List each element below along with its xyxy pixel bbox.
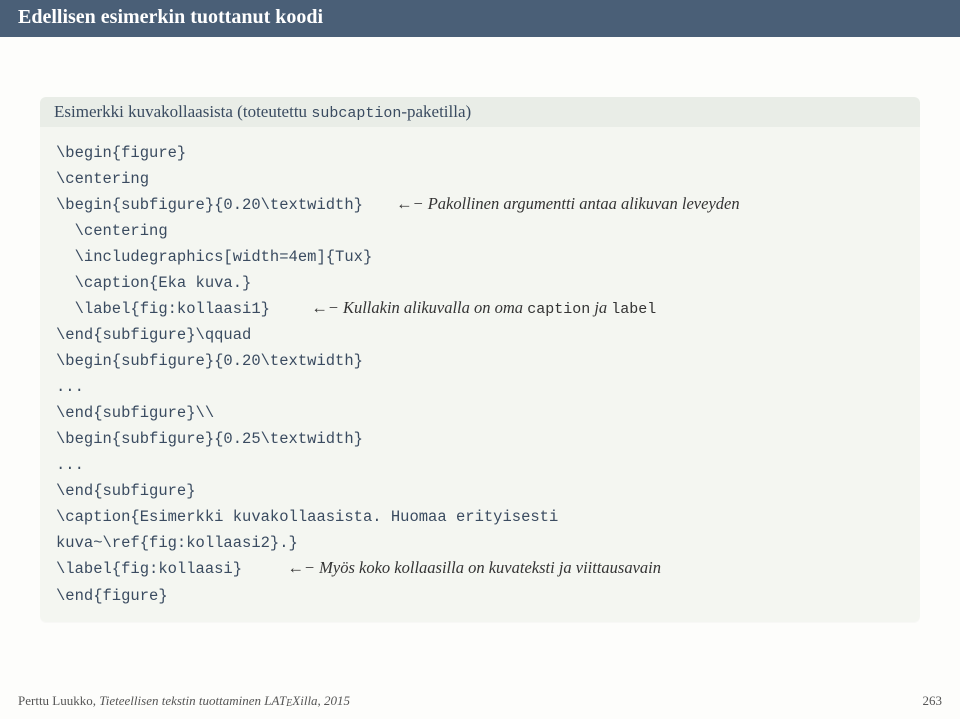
code-line: kuva~\ref{fig:kollaasi2}.} — [56, 534, 298, 552]
code-line: \caption{Eka kuva.} — [56, 274, 251, 292]
code-line: \includegraphics[width=4em]{Tux} — [56, 248, 372, 266]
annotation: Kullakin alikuvalla on oma caption ja la… — [343, 298, 656, 317]
annotation-code: label — [611, 301, 656, 318]
footer-author: Perttu Luukko, — [18, 693, 99, 708]
code-line: \begin{subfigure}{0.25\textwidth} — [56, 430, 363, 448]
arrow-icon: ←− — [311, 298, 339, 317]
code-line: ... — [56, 378, 84, 396]
footer-left: Perttu Luukko, Tieteellisen tekstin tuot… — [18, 693, 350, 709]
annotation: Pakollinen argumentti antaa alikuvan lev… — [428, 194, 740, 213]
annotation-text: Kullakin alikuvalla on oma — [343, 298, 527, 317]
example-block: Esimerkki kuvakollaasista (toteutettu su… — [40, 97, 920, 622]
code-line: \begin{subfigure}{0.20\textwidth} — [56, 352, 363, 370]
arrow-icon: ←− — [396, 194, 424, 213]
code-line: \begin{subfigure}{0.20\textwidth} — [56, 196, 363, 214]
heading-pre: Esimerkki kuvakollaasista (toteutettu — [54, 102, 311, 121]
code-line: \label{fig:kollaasi} — [56, 560, 242, 578]
heading-post: -paketilla) — [401, 102, 471, 121]
code-line: \end{subfigure}\qquad — [56, 326, 251, 344]
annotation: Myös koko kollaasilla on kuvateksti ja v… — [319, 558, 661, 577]
example-heading: Esimerkki kuvakollaasista (toteutettu su… — [40, 97, 920, 127]
code-line: \centering — [56, 170, 149, 188]
footer: Perttu Luukko, Tieteellisen tekstin tuot… — [18, 693, 942, 709]
code-line: \begin{figure} — [56, 144, 186, 162]
annotation-text: ja — [590, 298, 611, 317]
code-listing: \begin{figure} \centering \begin{subfigu… — [40, 127, 920, 622]
heading-pkg: subcaption — [311, 105, 401, 122]
footer-title2: Xilla, 2015 — [292, 693, 350, 708]
code-line: ... — [56, 456, 84, 474]
code-line: \end{figure} — [56, 587, 168, 605]
code-line: \label{fig:kollaasi1} — [56, 300, 270, 318]
footer-title: Tieteellisen tekstin tuottaminen LAT — [99, 693, 286, 708]
arrow-icon: ←− — [287, 558, 315, 577]
annotation-code: caption — [527, 301, 590, 318]
slide-title: Edellisen esimerkin tuottanut koodi — [0, 0, 960, 37]
code-line: \centering — [56, 222, 168, 240]
code-line: \caption{Esimerkki kuvakollaasista. Huom… — [56, 508, 558, 526]
page-number: 263 — [923, 693, 943, 709]
code-line: \end{subfigure} — [56, 482, 196, 500]
content-area: Esimerkki kuvakollaasista (toteutettu su… — [0, 37, 960, 622]
code-line: \end{subfigure}\\ — [56, 404, 214, 422]
